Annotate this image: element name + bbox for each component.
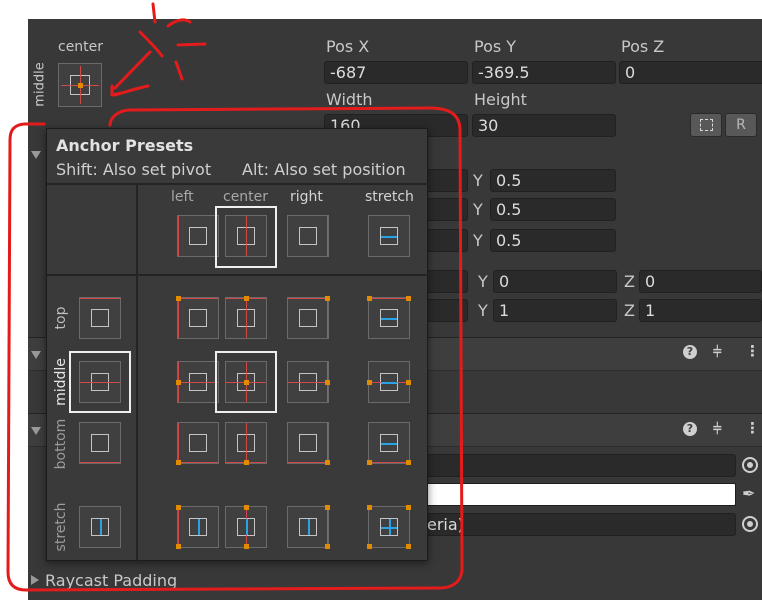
rotation-z-label: Z bbox=[624, 272, 635, 291]
more-icon[interactable]: ⋮ bbox=[745, 342, 760, 360]
anchor-preset-stretch-stretch[interactable] bbox=[367, 505, 411, 549]
raycast-padding-foldout-arrow[interactable] bbox=[31, 575, 39, 585]
pos-y-label: Pos Y bbox=[474, 37, 517, 56]
anchor-preset-middle-left[interactable] bbox=[176, 361, 219, 403]
pos-z-label: Pos Z bbox=[621, 37, 665, 56]
scale-z-field[interactable]: 1 bbox=[639, 299, 762, 322]
row-header-top: top bbox=[53, 306, 69, 330]
anchor-preset-stretch-center[interactable] bbox=[225, 505, 267, 549]
anchor-preset-top-center[interactable] bbox=[225, 296, 267, 339]
pivot-x-field[interactable] bbox=[424, 229, 468, 252]
anchor-preset-middle-right[interactable] bbox=[287, 361, 330, 403]
rotation-y-field[interactable]: 0 bbox=[493, 270, 617, 293]
anchor-max-x-field[interactable] bbox=[424, 198, 468, 221]
source-image-field[interactable] bbox=[424, 454, 736, 477]
component-foldout-arrow[interactable] bbox=[31, 351, 41, 359]
alt-hint: Alt: Also set position bbox=[242, 160, 406, 179]
help-icon[interactable]: ? bbox=[683, 345, 697, 359]
scale-z-label: Z bbox=[624, 301, 635, 320]
selected-row-highlight bbox=[69, 351, 131, 413]
pos-x-field[interactable]: -687 bbox=[324, 61, 468, 84]
anchor-row-label: middle bbox=[32, 62, 48, 107]
scale-y-label: Y bbox=[478, 301, 488, 320]
anchor-preset-bottom-stretch[interactable] bbox=[367, 422, 411, 465]
rotation-z-field[interactable]: 0 bbox=[639, 270, 762, 293]
column-header-right: right bbox=[290, 189, 323, 205]
anchor-preset-bottom-center[interactable] bbox=[225, 422, 267, 465]
pivot-y-label: Y bbox=[473, 231, 483, 250]
anchor-max-y-label: Y bbox=[473, 200, 483, 219]
anchor-min-x-field[interactable] bbox=[424, 169, 468, 192]
height-label: Height bbox=[474, 90, 527, 109]
popup-title: Anchor Presets bbox=[56, 136, 194, 155]
anchor-min-y-field[interactable]: 0.5 bbox=[490, 169, 616, 192]
anchor-preset-stretch-header[interactable] bbox=[368, 215, 410, 257]
column-header-center: center bbox=[223, 189, 269, 205]
anchor-min-y-label: Y bbox=[473, 171, 483, 190]
dashed-rect-icon bbox=[700, 119, 713, 131]
pos-y-field[interactable]: -369.5 bbox=[472, 61, 616, 84]
sliders-icon[interactable]: ⫩ bbox=[713, 343, 722, 361]
anchor-preset-right-header[interactable] bbox=[287, 215, 329, 257]
component-foldout-arrow[interactable] bbox=[31, 427, 41, 435]
shift-hint: Shift: Also set pivot bbox=[56, 160, 212, 179]
anchor-preset-top-stretch[interactable] bbox=[367, 296, 411, 339]
object-picker-icon[interactable] bbox=[742, 457, 758, 473]
sliders-icon[interactable]: ⫩ bbox=[713, 420, 722, 438]
pos-x-label: Pos X bbox=[326, 37, 370, 56]
help-icon[interactable]: ? bbox=[683, 422, 697, 436]
anchor-preset-stretch-right[interactable] bbox=[287, 505, 330, 549]
raycast-padding-label[interactable]: Raycast Padding bbox=[45, 571, 177, 590]
width-label: Width bbox=[326, 90, 373, 109]
rotation-x-field[interactable] bbox=[424, 270, 468, 293]
pos-z-field[interactable]: 0 bbox=[619, 61, 762, 84]
material-field[interactable]: eria) bbox=[424, 513, 736, 536]
anchor-preset-top-left[interactable] bbox=[176, 296, 219, 339]
scale-x-field[interactable] bbox=[424, 299, 468, 322]
row-header-stretch: stretch bbox=[53, 502, 69, 552]
row-header-bottom: bottom bbox=[53, 418, 69, 470]
anchor-max-y-field[interactable]: 0.5 bbox=[490, 198, 616, 221]
pivot-y-field[interactable]: 0.5 bbox=[490, 229, 616, 252]
column-header-left: left bbox=[171, 189, 194, 205]
rotation-y-label: Y bbox=[478, 272, 488, 291]
blueprint-mode-button[interactable] bbox=[690, 113, 722, 137]
height-field[interactable]: 30 bbox=[472, 114, 616, 137]
anchors-foldout-arrow[interactable] bbox=[31, 151, 41, 159]
object-picker-icon[interactable] bbox=[742, 516, 758, 532]
anchor-presets-popup: Anchor Presets Shift: Also set pivot Alt… bbox=[46, 128, 429, 562]
row-header-middle: middle bbox=[53, 358, 69, 406]
color-field[interactable] bbox=[424, 483, 736, 506]
eyedropper-icon[interactable]: ✒ bbox=[742, 484, 755, 503]
selected-preset-highlight bbox=[215, 351, 277, 413]
anchor-preset-top-header[interactable] bbox=[79, 297, 121, 339]
anchor-preset-middle-stretch[interactable] bbox=[367, 361, 411, 403]
column-header-stretch: stretch bbox=[365, 189, 414, 205]
anchor-preset-stretch-header[interactable] bbox=[79, 506, 121, 548]
anchor-preset-top-right[interactable] bbox=[287, 296, 330, 339]
scale-y-field[interactable]: 1 bbox=[493, 299, 617, 322]
anchor-preset-stretch-left[interactable] bbox=[176, 505, 219, 549]
selected-column-highlight bbox=[215, 206, 277, 268]
anchor-preset-bottom-right[interactable] bbox=[287, 422, 330, 465]
anchor-column-label: center bbox=[58, 39, 104, 55]
raw-edit-button[interactable]: R bbox=[725, 113, 757, 137]
anchor-preset-button[interactable] bbox=[58, 63, 102, 107]
anchor-preset-bottom-header[interactable] bbox=[79, 422, 121, 464]
more-icon[interactable]: ⋮ bbox=[745, 419, 760, 437]
anchor-preset-left-header[interactable] bbox=[177, 215, 219, 257]
anchor-preset-bottom-left[interactable] bbox=[176, 422, 219, 465]
